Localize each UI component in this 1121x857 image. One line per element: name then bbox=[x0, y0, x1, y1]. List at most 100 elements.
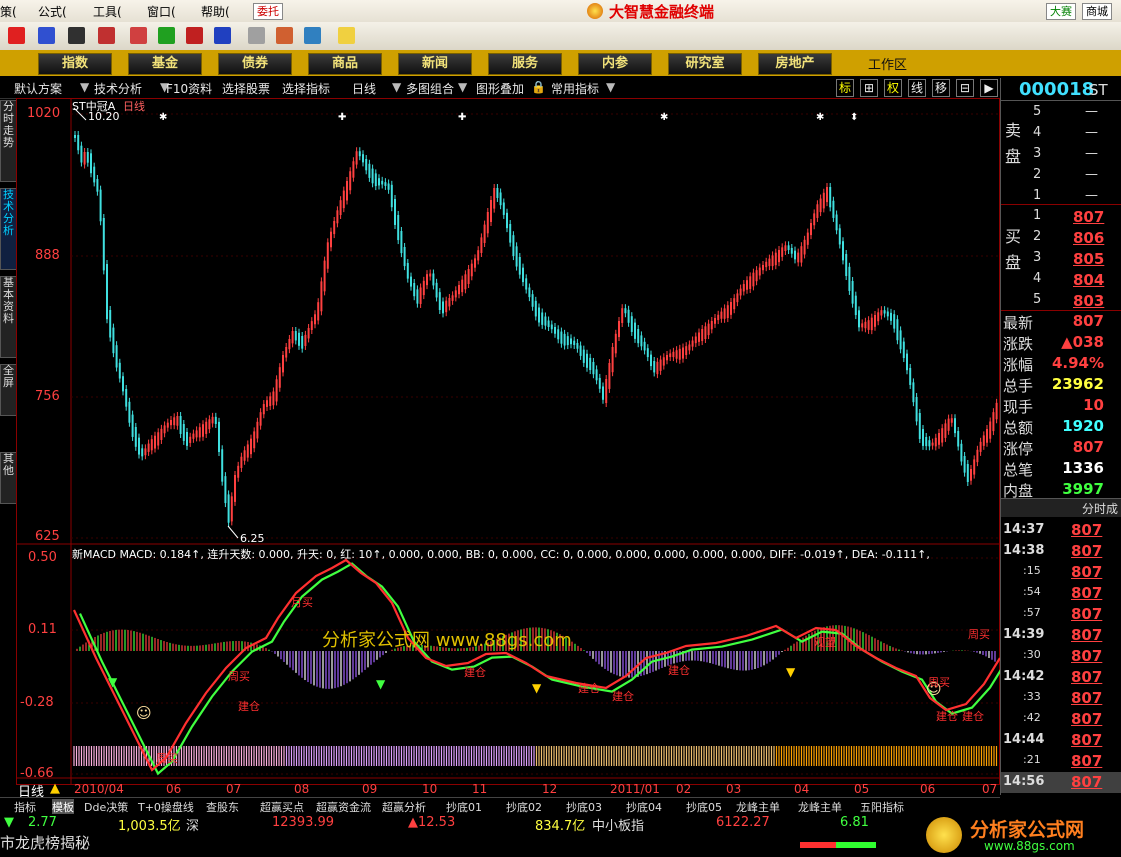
tick-row[interactable]: :42 807 bbox=[1001, 709, 1121, 730]
binoculars-icon[interactable] bbox=[68, 27, 85, 44]
select-indicator-button[interactable]: 选择指标 bbox=[282, 80, 330, 97]
stock-icon[interactable] bbox=[8, 27, 25, 44]
mark-button[interactable]: 标 bbox=[836, 79, 854, 97]
rights-button[interactable]: 权 bbox=[884, 79, 902, 97]
indicator-tab[interactable]: 龙峰主单 bbox=[798, 799, 842, 815]
tick-row[interactable]: 14:37 807 bbox=[1001, 520, 1121, 541]
buy-level-price[interactable]: 807 bbox=[1073, 208, 1104, 226]
nav-commodity[interactable]: 商品 bbox=[308, 53, 382, 75]
tab-fundamental[interactable]: 基本资料 bbox=[0, 276, 17, 358]
nav-fund[interactable]: 基金 bbox=[128, 53, 202, 75]
top-marker-icon: ✱ bbox=[816, 112, 824, 123]
tick-row[interactable]: :30 807 bbox=[1001, 646, 1121, 667]
nav-news[interactable]: 新闻 bbox=[398, 53, 472, 75]
overlay-button[interactable]: 图形叠加 bbox=[476, 80, 524, 97]
buy-level-price[interactable]: 805 bbox=[1073, 250, 1104, 268]
tick-row[interactable]: :54 807 bbox=[1001, 583, 1121, 604]
indicator-tab[interactable]: 抄底03 bbox=[566, 799, 602, 815]
tab-intraday[interactable]: 分时走势 bbox=[0, 100, 17, 182]
kline-chart[interactable]: ✱ ✚ ✚ ✱ ✱ ⬍▼ ▼ ▼▼☺☺ bbox=[16, 98, 1000, 795]
grid-button[interactable]: ⊞ bbox=[860, 79, 878, 97]
report-icon[interactable] bbox=[186, 27, 203, 44]
kline-candle bbox=[634, 322, 636, 339]
indicator-tab[interactable]: 查股东 bbox=[206, 799, 239, 815]
buy-level-price[interactable]: 803 bbox=[1073, 292, 1104, 310]
kline-candle bbox=[160, 428, 163, 440]
nav-index[interactable]: 指数 bbox=[38, 53, 112, 75]
trade-button[interactable]: 委托 bbox=[253, 3, 283, 20]
indicator-tab[interactable]: 五阳指标 bbox=[860, 799, 904, 815]
tab-fullscreen[interactable]: 全屏 bbox=[0, 364, 17, 416]
indicator-tab[interactable]: 抄底01 bbox=[446, 799, 482, 815]
indicator-tab[interactable]: 抄底04 bbox=[626, 799, 662, 815]
buy-level-price[interactable]: 804 bbox=[1073, 271, 1104, 289]
tab-other[interactable]: 其他 bbox=[0, 452, 17, 504]
nav-bond[interactable]: 债券 bbox=[218, 53, 292, 75]
indicator-tab[interactable]: 超赢分析 bbox=[382, 799, 426, 815]
menu-formula[interactable]: 公式( bbox=[38, 3, 67, 20]
tick-row[interactable]: :15 807 bbox=[1001, 562, 1121, 583]
buy-level-price[interactable]: 806 bbox=[1073, 229, 1104, 247]
menu-window[interactable]: 窗口( bbox=[147, 3, 176, 20]
tick-row[interactable]: 14:39 807 bbox=[1001, 625, 1121, 646]
nav-research[interactable]: 研究室 bbox=[668, 53, 742, 75]
stat-label: 现手 bbox=[1003, 398, 1034, 416]
kline-candle bbox=[662, 357, 665, 366]
x-axis-label: 07 bbox=[226, 782, 242, 796]
tick-row[interactable]: 14:56 807 bbox=[1001, 772, 1121, 793]
tick-row[interactable]: :57 807 bbox=[1001, 604, 1121, 625]
indicator-tab[interactable]: 龙峰主单 bbox=[736, 799, 780, 815]
books-icon[interactable] bbox=[304, 27, 321, 44]
contest-button[interactable]: 大赛 bbox=[1046, 3, 1076, 20]
nav-insider[interactable]: 内参 bbox=[578, 53, 652, 75]
kline-candle bbox=[115, 345, 118, 368]
move-button[interactable]: 移 bbox=[932, 79, 950, 97]
market-icon[interactable] bbox=[158, 27, 175, 44]
alert-icon[interactable] bbox=[130, 27, 147, 44]
window-icon[interactable] bbox=[276, 27, 293, 44]
nav-service[interactable]: 服务 bbox=[488, 53, 562, 75]
indicator-tab[interactable]: 超赢资金流 bbox=[316, 799, 371, 815]
tick-row[interactable]: 14:38 807 bbox=[1001, 541, 1121, 562]
select-stock-button[interactable]: 选择股票 bbox=[222, 80, 270, 97]
collapse-button[interactable]: ⊟ bbox=[956, 79, 974, 97]
menu-help[interactable]: 帮助( bbox=[201, 3, 230, 20]
info-icon[interactable] bbox=[214, 27, 231, 44]
workspace-dropdown[interactable]: 工作区 bbox=[868, 54, 907, 73]
indicator-tab[interactable]: Dde决策 bbox=[84, 799, 128, 815]
indicator-tab[interactable]: 超赢买点 bbox=[260, 799, 304, 815]
tick-row[interactable]: 14:42 807 bbox=[1001, 667, 1121, 688]
indicator-tab[interactable]: 抄底05 bbox=[686, 799, 722, 815]
period-dropdown[interactable]: 日线 bbox=[352, 80, 376, 97]
scheme-dropdown[interactable]: 默认方案 bbox=[14, 80, 62, 97]
news-icon[interactable] bbox=[98, 27, 115, 44]
kline-candle bbox=[797, 252, 800, 263]
indicator-tab[interactable]: T+0操盘线 bbox=[138, 799, 194, 815]
kline-candle bbox=[170, 420, 172, 426]
dragon-tiger-link[interactable]: 市龙虎榜揭秘 bbox=[0, 832, 90, 853]
chart-icon[interactable] bbox=[38, 27, 55, 44]
mall-button[interactable]: 商城 bbox=[1082, 3, 1112, 20]
help-pointer-icon[interactable] bbox=[338, 27, 355, 44]
kline-candle bbox=[682, 347, 684, 359]
tick-row[interactable]: :21 807 bbox=[1001, 751, 1121, 772]
indicator-tab[interactable]: 指标 bbox=[14, 799, 36, 815]
kline-candle bbox=[506, 212, 508, 229]
indicator-tab[interactable]: 抄底02 bbox=[506, 799, 542, 815]
play-button[interactable]: ▶ bbox=[980, 79, 998, 97]
chart-area[interactable]: ✱ ✚ ✚ ✱ ✱ ⬍ ▼ ▼ ▼ ▼ ☺ ☺ 1020 888 756 625 ST中冠A 日线 1… bbox=[16, 98, 1000, 800]
common-indicator-dropdown[interactable]: 常用指标 bbox=[551, 80, 599, 97]
tech-analysis-dropdown[interactable]: 技术分析 bbox=[94, 80, 142, 97]
lock-icon[interactable]: 🔒 bbox=[531, 80, 546, 94]
tick-row[interactable]: :33 807 bbox=[1001, 688, 1121, 709]
print-icon[interactable] bbox=[248, 27, 265, 44]
multi-chart-dropdown[interactable]: 多图组合 bbox=[406, 80, 454, 97]
tick-row[interactable]: 14:44 807 bbox=[1001, 730, 1121, 751]
indicator-tab[interactable]: 模板 bbox=[52, 799, 74, 815]
f10-button[interactable]: F10资料 bbox=[166, 80, 212, 97]
menu-strategy[interactable]: 策( bbox=[0, 3, 17, 20]
line-button[interactable]: 线 bbox=[908, 79, 926, 97]
tab-technical[interactable]: 技术分析 bbox=[0, 188, 17, 270]
nav-realestate[interactable]: 房地产 bbox=[758, 53, 832, 75]
menu-tools[interactable]: 工具( bbox=[93, 3, 122, 20]
